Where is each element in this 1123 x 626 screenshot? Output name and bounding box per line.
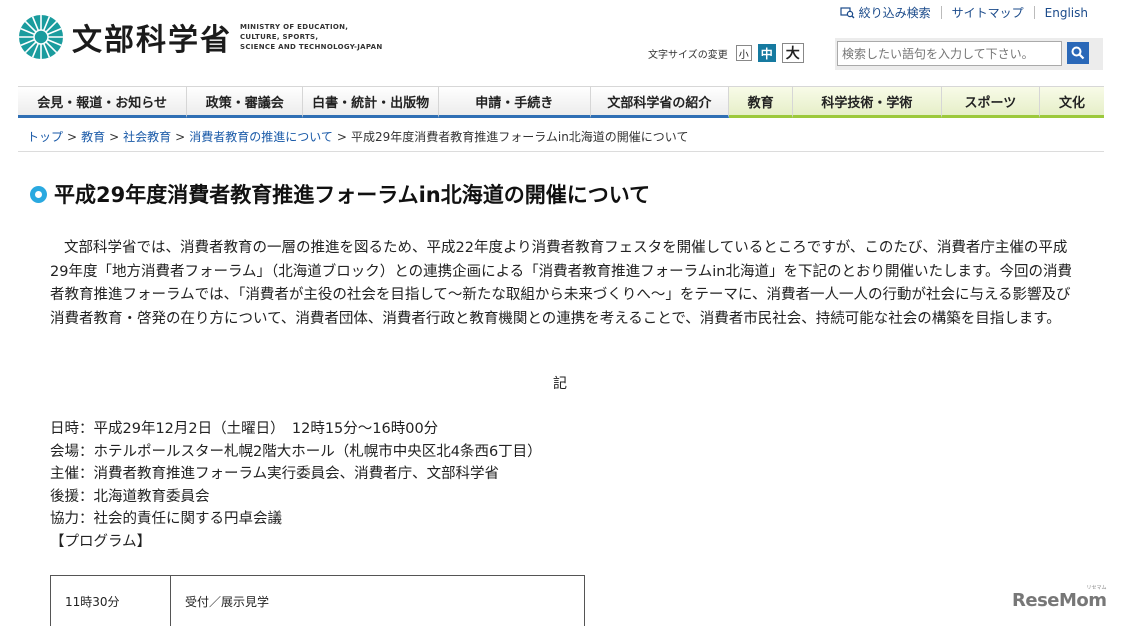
logo-english-line-1: MINISTRY OF EDUCATION, (240, 23, 349, 31)
site-logo[interactable]: 文部科学省 MINISTRY OF EDUCATION, CULTURE, SP… (18, 14, 383, 60)
nav-item-culture[interactable]: 文化 (1040, 87, 1104, 118)
breadcrumb-separator: > (109, 130, 120, 144)
nav-item-applications[interactable]: 申請・手続き (439, 87, 591, 118)
breadcrumb-separator: > (336, 130, 347, 144)
search-button[interactable] (1067, 42, 1089, 64)
search-icon (1071, 46, 1085, 60)
search-box (835, 38, 1103, 70)
filter-search-label: 絞り込み検索 (858, 6, 931, 20)
nav-item-education[interactable]: 教育 (729, 87, 794, 118)
logo-english-text: MINISTRY OF EDUCATION, CULTURE, SPORTS, … (240, 22, 383, 52)
program-item-cell: 受付／展示見学 (170, 575, 585, 626)
event-cooperation: 協力：社会的責任に関する円卓会議 (50, 511, 282, 527)
breadcrumb-link-top[interactable]: トップ (27, 130, 63, 144)
watermark-text: ReseMom (1012, 590, 1107, 611)
sitemap-link[interactable]: サイトマップ (942, 4, 1034, 21)
intro-paragraph: 文部科学省では、消費者教育の一層の推進を図るため、平成22年度より消費者教育フェ… (50, 240, 1073, 327)
english-link[interactable]: English (1035, 6, 1098, 20)
divider (18, 151, 1104, 152)
program-heading: 【プログラム】 (50, 533, 152, 550)
nav-item-press[interactable]: 会見・報道・お知らせ (18, 87, 188, 118)
nav-item-publications[interactable]: 白書・統計・出版物 (303, 87, 440, 118)
search-input[interactable] (837, 41, 1062, 66)
event-host: 主催：消費者教育推進フォーラム実行委員会、消費者庁、文部科学省 (50, 466, 500, 482)
filter-search-link[interactable]: 絞り込み検索 (830, 4, 941, 21)
event-date: 日時：平成29年12月2日（土曜日） 12時15分〜16時00分 (50, 421, 439, 437)
table-row: 11時30分 受付／展示見学 (50, 575, 585, 626)
event-details: 日時：平成29年12月2日（土曜日） 12時15分〜16時00分 会場：ホテルポ… (50, 418, 542, 553)
page-title: 平成29年度消費者教育推進フォーラムin北海道の開催について (30, 179, 650, 209)
font-size-large-button[interactable]: 大 (781, 43, 804, 63)
page-title-text: 平成29年度消費者教育推進フォーラムin北海道の開催について (54, 183, 651, 207)
event-venue: 会場：ホテルポールスター札幌2階大ホール（札幌市中央区北4条西6丁目） (50, 443, 542, 460)
logo-english-line-2: CULTURE, SPORTS, (240, 33, 319, 41)
site-header: 文部科学省 MINISTRY OF EDUCATION, CULTURE, SP… (0, 0, 1123, 84)
event-support: 後援：北海道教育委員会 (50, 488, 210, 505)
breadcrumb-current: 平成29年度消費者教育推進フォーラムin北海道の開催について (350, 130, 689, 144)
program-table: 11時30分 受付／展示見学 (50, 575, 585, 626)
nav-item-sports[interactable]: スポーツ (941, 87, 1041, 118)
global-nav: 会見・報道・お知らせ 政策・審議会 白書・統計・出版物 申請・手続き 文部科学省… (18, 86, 1104, 120)
breadcrumb: トップ > 教育 > 社会教育 > 消費者教育の推進について > 平成29年度消費者教育推進フォ… (27, 128, 688, 145)
font-size-medium-button[interactable]: 中 (757, 44, 776, 62)
program-time-cell: 11時30分 (50, 575, 171, 626)
title-bullet-icon (30, 185, 47, 203)
ki-marker: 記 (553, 376, 567, 392)
utility-links: 絞り込み検索 サイトマップ English (830, 4, 1098, 21)
breadcrumb-link-consumer-education[interactable]: 消費者教育の推進について (189, 130, 333, 144)
filter-search-icon (840, 6, 855, 18)
breadcrumb-link-social-education[interactable]: 社会教育 (123, 130, 171, 144)
logo-japanese-text: 文部科学省 (72, 23, 232, 58)
font-size-label: 文字サイズの変更 (648, 49, 728, 61)
nav-item-science[interactable]: 科学技術・学術 (793, 87, 942, 118)
breadcrumb-separator: > (67, 130, 78, 144)
watermark-subtext: リセマム (1086, 585, 1107, 591)
font-size-small-button[interactable]: 小 (735, 45, 752, 61)
nav-item-about[interactable]: 文部科学省の紹介 (590, 87, 730, 118)
breadcrumb-separator: > (175, 130, 186, 144)
logo-english-line-3: SCIENCE AND TECHNOLOGY-JAPAN (240, 43, 383, 51)
resemom-watermark-logo: ReseMom リセマム (1012, 585, 1107, 611)
nav-item-policy[interactable]: 政策・審議会 (187, 87, 304, 118)
mext-logo-mark-icon (19, 15, 63, 59)
breadcrumb-link-education[interactable]: 教育 (81, 130, 105, 144)
font-size-control: 文字サイズの変更 小 中 大 (648, 43, 810, 63)
